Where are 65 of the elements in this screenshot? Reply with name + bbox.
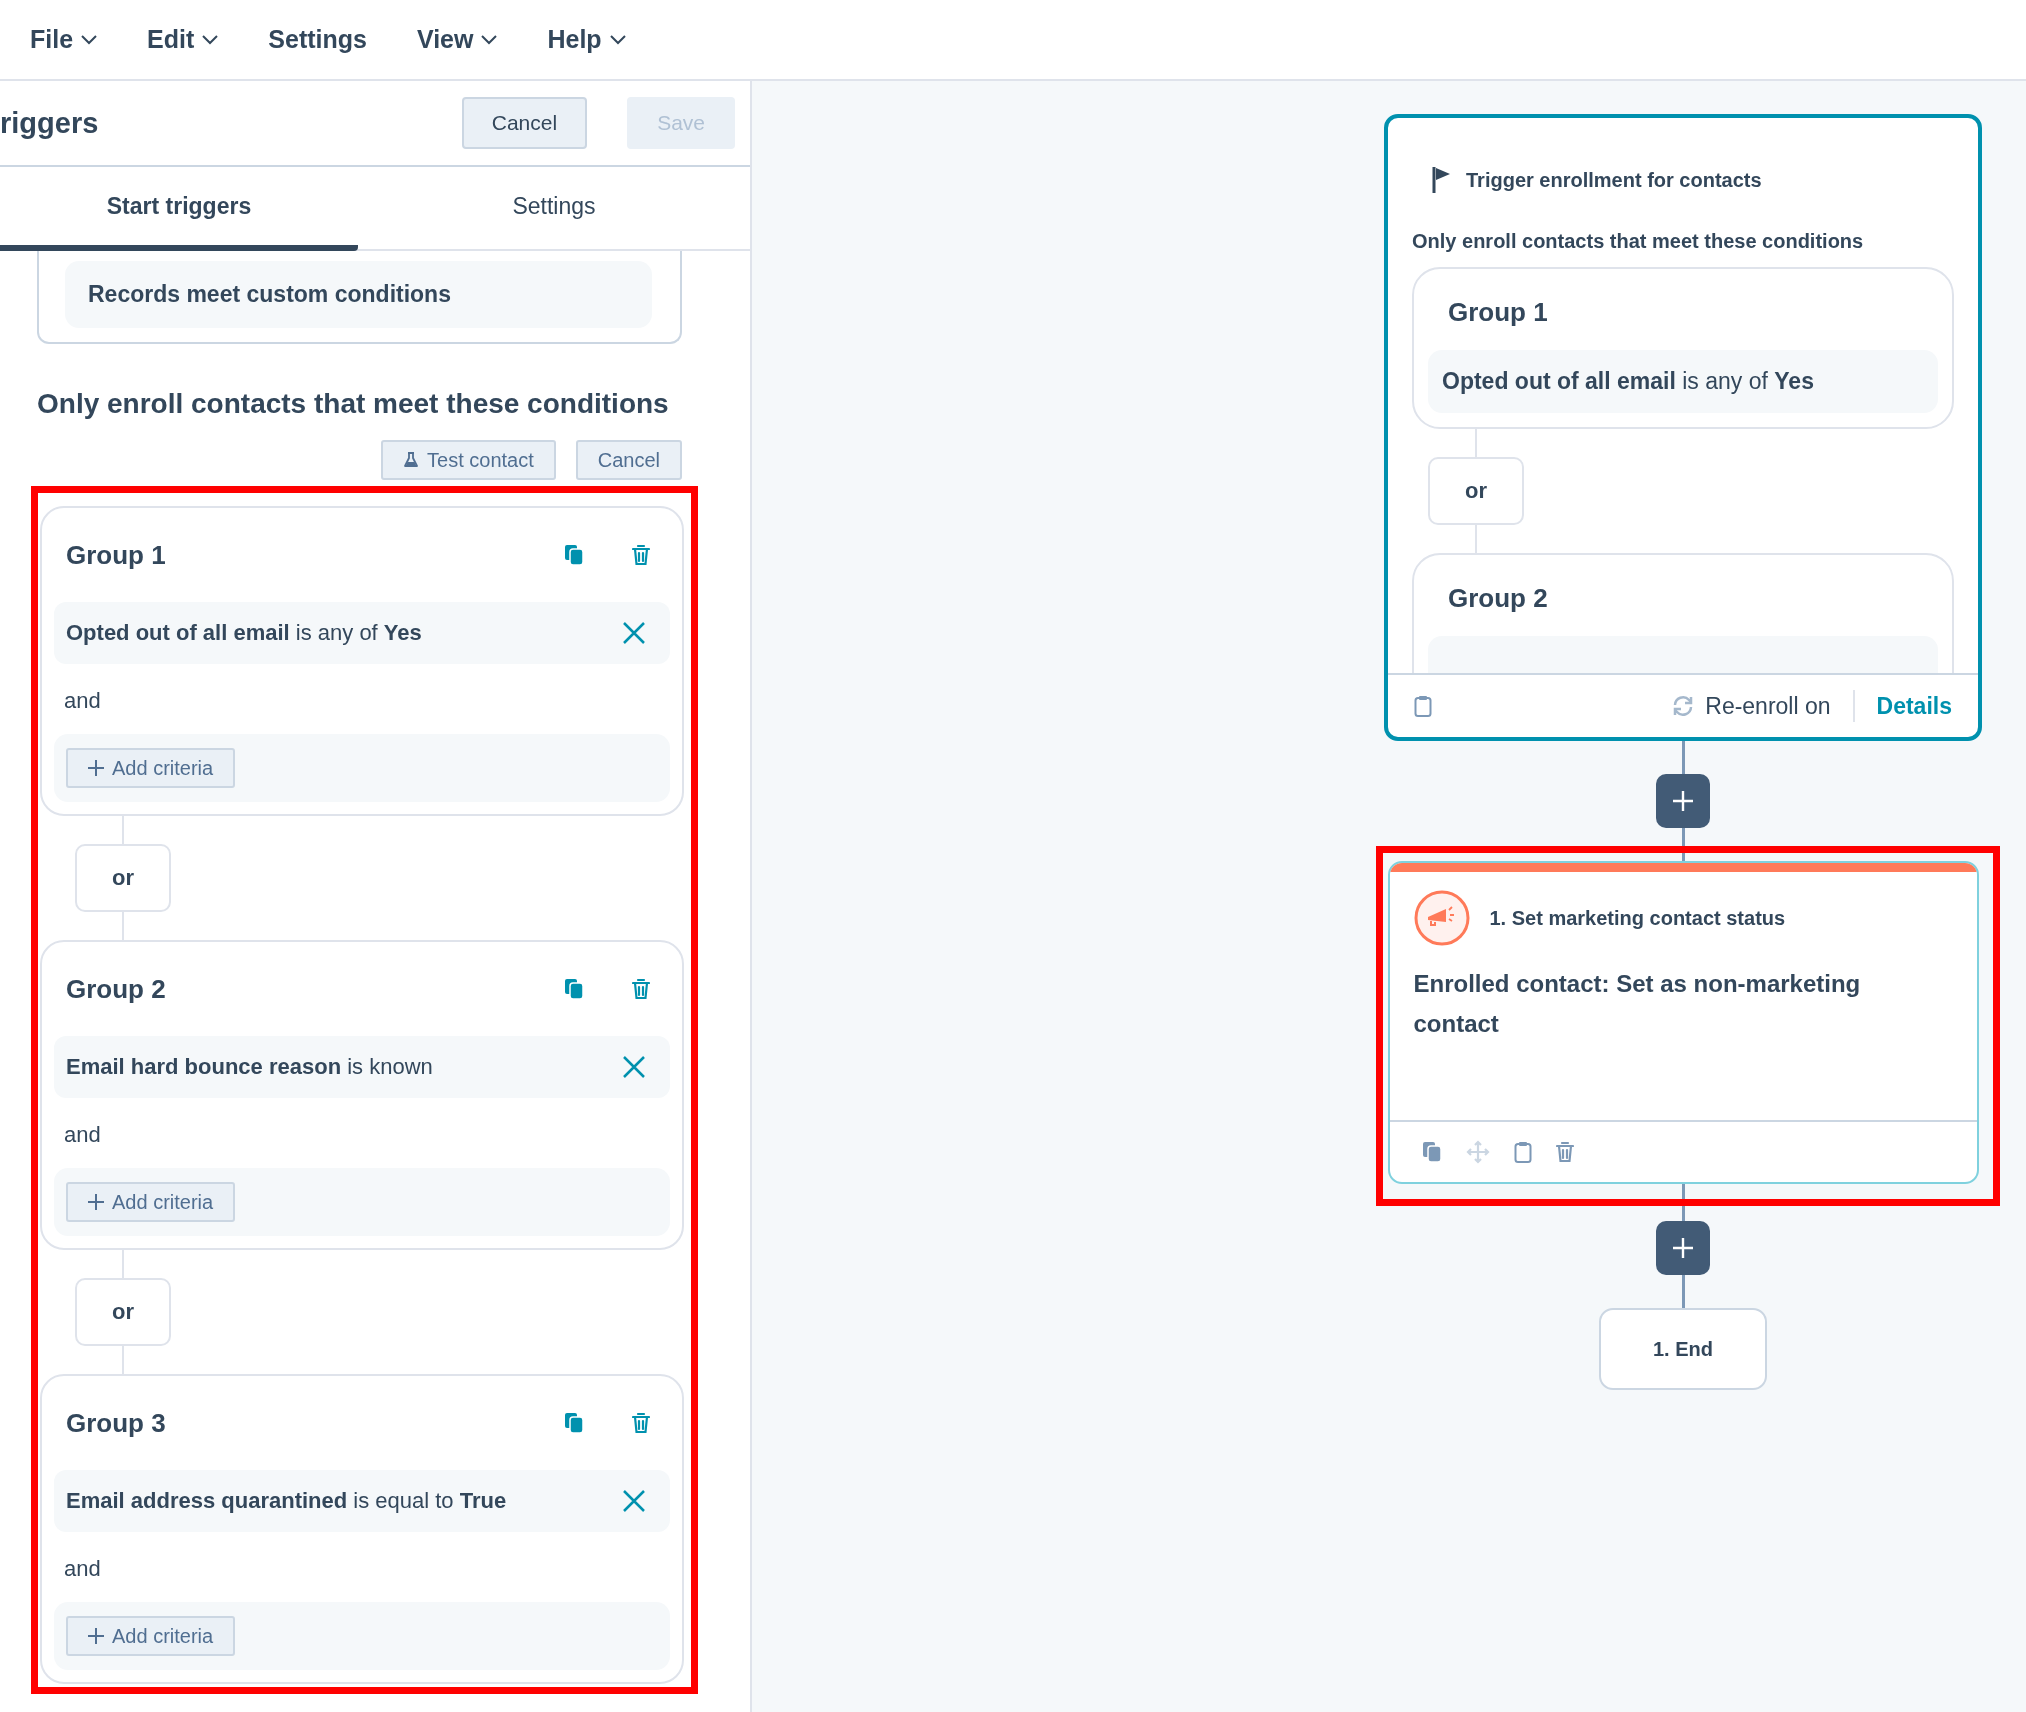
- menu-item[interactable]: Settings: [268, 25, 367, 54]
- add-criteria-button[interactable]: Add criteria: [66, 1182, 236, 1222]
- copy-icon[interactable]: [564, 978, 584, 1000]
- menu-item[interactable]: Help: [547, 25, 626, 54]
- add-step-button[interactable]: [1656, 1221, 1710, 1275]
- tab[interactable]: Settings: [358, 167, 750, 251]
- plus-icon: [1673, 1238, 1693, 1258]
- chevron-down-icon: [81, 34, 98, 45]
- action-title: 1. Set marketing contact status: [1489, 906, 1786, 930]
- section-heading: Only enroll contacts that meet these conditions: [37, 388, 670, 420]
- and-label: and: [64, 688, 102, 714]
- action-button[interactable]: Cancel: [575, 440, 682, 480]
- trash-icon[interactable]: [632, 1412, 650, 1434]
- or-label: or: [75, 844, 171, 912]
- close-icon[interactable]: [622, 621, 646, 645]
- action-description: Enrolled contact: Set as non-marketing contact: [1412, 969, 1862, 1039]
- criteria-text: Email hard bounce reason is known: [66, 1054, 433, 1080]
- copy-icon[interactable]: [564, 544, 584, 566]
- close-icon[interactable]: [622, 1055, 646, 1079]
- add-step-button[interactable]: [1656, 774, 1710, 828]
- menu-item[interactable]: File: [30, 25, 98, 54]
- flag-icon: [1432, 166, 1452, 194]
- plus-icon: [88, 1628, 104, 1644]
- node-subtitle: Only enroll contacts that meet these conditions: [1412, 230, 1865, 253]
- reenroll-status: Re-enroll on: [1705, 692, 1831, 720]
- copy-icon[interactable]: [1421, 1141, 1442, 1163]
- close-icon[interactable]: [622, 1489, 646, 1513]
- group-title: Group 2: [65, 973, 167, 1005]
- menu-item[interactable]: View: [416, 25, 498, 54]
- or-label: or: [75, 1278, 171, 1346]
- plus-icon: [1673, 791, 1693, 811]
- add-criteria-button[interactable]: Add criteria: [66, 1616, 236, 1656]
- or-label: or: [1428, 457, 1524, 525]
- tab[interactable]: Start triggers: [0, 167, 358, 251]
- plus-icon: [88, 1194, 104, 1210]
- flask-icon: [403, 452, 419, 468]
- group-title: Group 2: [1447, 582, 1549, 615]
- header-button[interactable]: Cancel: [461, 97, 588, 149]
- criteria-text: Email address quarantined is equal to True: [66, 1488, 507, 1514]
- and-label: and: [64, 1556, 102, 1582]
- copy-icon[interactable]: [564, 1412, 584, 1434]
- chevron-down-icon: [202, 34, 219, 45]
- and-label: and: [64, 1122, 102, 1148]
- chevron-down-icon: [481, 34, 498, 45]
- megaphone-icon: [1413, 890, 1470, 946]
- menu-item[interactable]: Edit: [147, 25, 219, 54]
- plus-icon: [88, 760, 104, 776]
- chevron-down-icon: [609, 34, 626, 45]
- clipboard-icon[interactable]: [1414, 695, 1432, 717]
- end-node: 1. End: [1599, 1308, 1767, 1390]
- trash-icon[interactable]: [632, 544, 650, 566]
- node-title: Trigger enrollment for contacts: [1466, 168, 1762, 192]
- group-title: Group 1: [65, 539, 167, 571]
- add-criteria-button[interactable]: Add criteria: [66, 748, 236, 788]
- criteria-text: Opted out of all email is any of Yes: [1428, 350, 1938, 413]
- action-button[interactable]: Test contact: [381, 440, 556, 480]
- clipboard-icon[interactable]: [1513, 1141, 1532, 1163]
- trash-icon[interactable]: [632, 978, 650, 1000]
- trash-icon[interactable]: [1555, 1141, 1574, 1163]
- group-title: Group 3: [65, 1407, 167, 1439]
- group-title: Group 1: [1447, 296, 1549, 329]
- details-link[interactable]: Details: [1876, 692, 1952, 720]
- criteria-text: Opted out of all email is any of Yes: [66, 620, 422, 646]
- trigger-type[interactable]: Records meet custom conditions: [65, 261, 652, 328]
- panel-title: riggers: [0, 106, 99, 140]
